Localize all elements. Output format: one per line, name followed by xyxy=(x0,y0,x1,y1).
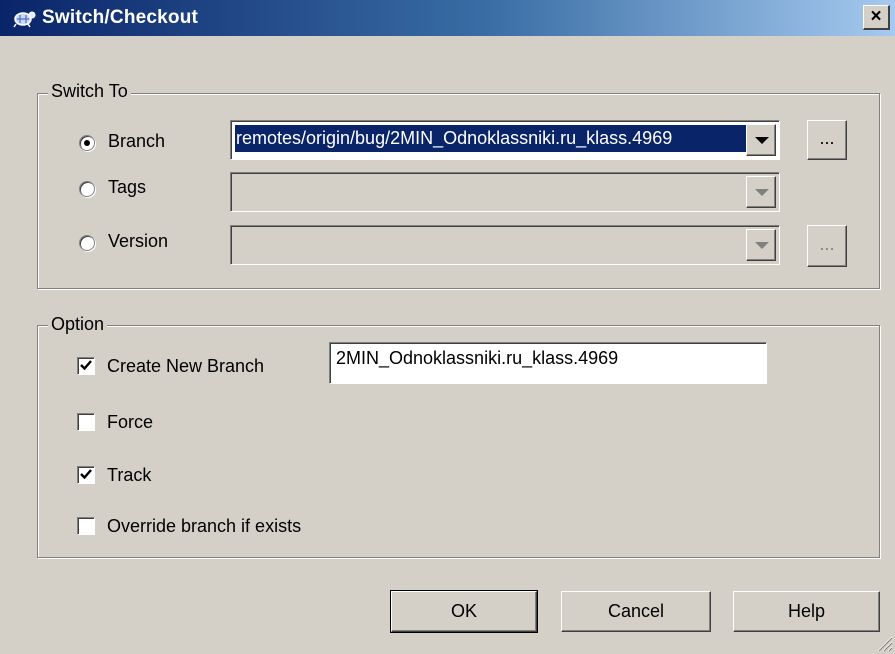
chevron-down-icon xyxy=(755,189,769,196)
close-button[interactable]: × xyxy=(863,5,890,30)
version-label: Version xyxy=(108,231,169,251)
branch-label: Branch xyxy=(108,131,166,151)
create-new-branch-checkbox[interactable] xyxy=(77,357,95,375)
chevron-down-icon xyxy=(755,242,769,249)
title-bar: Switch/Checkout × xyxy=(0,0,895,36)
force-checkbox[interactable] xyxy=(77,413,95,431)
close-icon: × xyxy=(870,6,882,27)
checkmark-icon xyxy=(80,469,92,480)
tags-radio[interactable] xyxy=(79,181,95,197)
chevron-down-icon xyxy=(755,137,769,144)
checkmark-icon xyxy=(80,360,92,371)
ok-button[interactable]: OK xyxy=(390,590,538,633)
branch-browse-button[interactable]: ... xyxy=(807,120,847,160)
option-legend: Option xyxy=(48,314,108,335)
switch-to-legend: Switch To xyxy=(48,81,131,102)
version-combobox[interactable] xyxy=(230,225,780,265)
track-checkbox[interactable] xyxy=(77,466,95,484)
resize-grip-icon[interactable] xyxy=(873,632,893,652)
branch-combobox[interactable]: remotes/origin/bug/2MIN_Odnoklassniki.ru… xyxy=(230,120,780,160)
version-dropdown-button[interactable] xyxy=(746,229,776,261)
override-branch-label: Override branch if exists xyxy=(107,516,302,536)
force-label: Force xyxy=(107,412,154,432)
tags-label: Tags xyxy=(108,177,147,197)
new-branch-name-input[interactable]: 2MIN_Odnoklassniki.ru_klass.4969 xyxy=(329,342,767,384)
help-button[interactable]: Help xyxy=(733,591,880,632)
version-radio[interactable] xyxy=(79,235,95,251)
branch-combobox-value: remotes/origin/bug/2MIN_Odnoklassniki.ru… xyxy=(235,125,747,152)
new-branch-name-value: 2MIN_Odnoklassniki.ru_klass.4969 xyxy=(336,348,619,368)
window-title: Switch/Checkout xyxy=(42,7,199,28)
cancel-button[interactable]: Cancel xyxy=(561,591,711,632)
tortoise-git-icon xyxy=(13,11,36,28)
track-label: Track xyxy=(107,465,152,485)
branch-radio[interactable] xyxy=(79,135,95,151)
radio-dot xyxy=(84,140,90,146)
tags-combobox[interactable] xyxy=(230,172,780,212)
tags-dropdown-button[interactable] xyxy=(746,176,776,208)
branch-dropdown-button[interactable] xyxy=(746,124,776,156)
version-browse-button[interactable]: ... xyxy=(807,225,847,267)
create-new-branch-label: Create New Branch xyxy=(107,356,265,376)
override-branch-checkbox[interactable] xyxy=(77,517,95,535)
